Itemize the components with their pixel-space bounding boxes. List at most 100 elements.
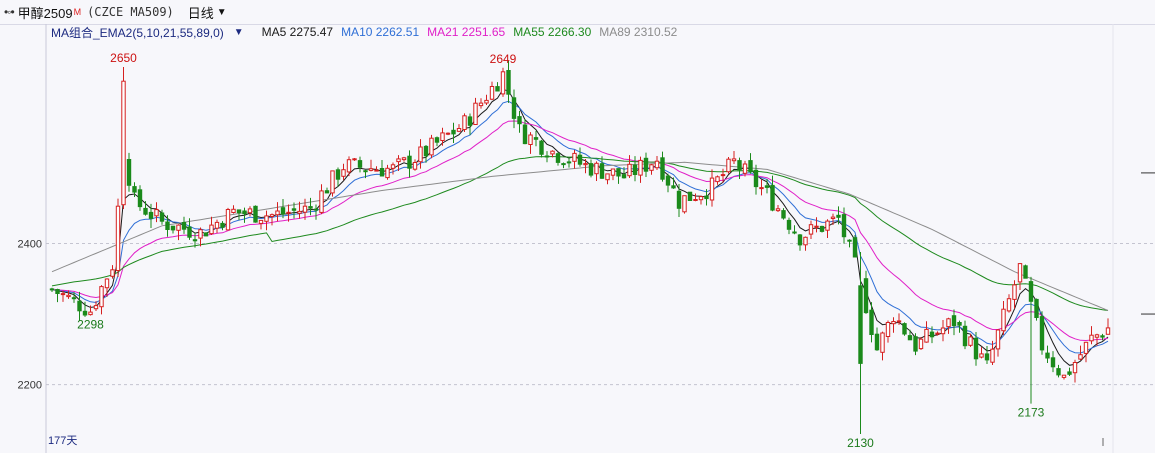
candle[interactable] bbox=[786, 217, 792, 235]
candle[interactable] bbox=[803, 236, 808, 251]
candle[interactable] bbox=[198, 227, 203, 247]
candle[interactable] bbox=[495, 82, 500, 92]
candle[interactable] bbox=[649, 163, 654, 175]
candle[interactable] bbox=[341, 163, 346, 181]
candle[interactable] bbox=[715, 175, 720, 185]
candle[interactable] bbox=[489, 81, 495, 101]
candle[interactable] bbox=[220, 221, 225, 231]
candle[interactable] bbox=[1017, 263, 1023, 291]
candle[interactable] bbox=[759, 179, 764, 196]
candle[interactable] bbox=[913, 333, 918, 356]
candle[interactable] bbox=[319, 184, 324, 215]
candle[interactable] bbox=[1072, 359, 1078, 383]
candle[interactable] bbox=[473, 97, 478, 126]
candle[interactable] bbox=[979, 347, 984, 359]
candle[interactable] bbox=[357, 156, 363, 173]
candle[interactable] bbox=[753, 164, 759, 195]
candle[interactable] bbox=[616, 168, 621, 184]
candle[interactable] bbox=[1056, 364, 1061, 378]
candle[interactable] bbox=[572, 149, 577, 169]
candle[interactable] bbox=[880, 331, 885, 361]
candle[interactable] bbox=[726, 156, 731, 174]
candle[interactable] bbox=[253, 205, 258, 223]
candle[interactable] bbox=[709, 169, 715, 207]
indicator-selector[interactable]: MA组合_EMA2(5,10,21,55,89,0) ▼ bbox=[51, 24, 252, 41]
candle[interactable] bbox=[264, 210, 269, 231]
candle[interactable] bbox=[99, 285, 104, 315]
candle[interactable] bbox=[742, 160, 748, 177]
candle[interactable] bbox=[374, 166, 379, 172]
candle[interactable] bbox=[605, 173, 610, 185]
candle[interactable] bbox=[610, 168, 616, 181]
candle[interactable] bbox=[819, 225, 825, 233]
candle[interactable] bbox=[1045, 345, 1050, 363]
candle[interactable] bbox=[924, 321, 929, 343]
candle[interactable] bbox=[165, 215, 170, 237]
candle[interactable] bbox=[330, 170, 335, 197]
candle[interactable] bbox=[236, 209, 242, 221]
candle[interactable] bbox=[407, 150, 412, 178]
candle[interactable] bbox=[561, 162, 566, 169]
candle[interactable] bbox=[814, 217, 819, 233]
candle[interactable] bbox=[682, 195, 687, 214]
candle[interactable] bbox=[946, 317, 951, 334]
candle[interactable] bbox=[748, 153, 753, 174]
candle[interactable] bbox=[313, 204, 319, 220]
candle[interactable] bbox=[852, 235, 858, 258]
candle[interactable] bbox=[962, 320, 968, 350]
candle[interactable] bbox=[55, 288, 60, 303]
candle[interactable] bbox=[478, 98, 484, 109]
candle[interactable] bbox=[863, 270, 869, 314]
candle[interactable] bbox=[467, 113, 473, 135]
candle[interactable] bbox=[440, 127, 445, 146]
candle[interactable] bbox=[225, 207, 231, 231]
candle[interactable] bbox=[665, 173, 671, 193]
candle[interactable] bbox=[1067, 367, 1072, 377]
candle[interactable] bbox=[500, 67, 506, 97]
candle[interactable] bbox=[918, 337, 924, 350]
candle[interactable] bbox=[1034, 298, 1039, 321]
candle[interactable] bbox=[484, 94, 489, 106]
candle[interactable] bbox=[401, 156, 407, 162]
candle[interactable] bbox=[324, 187, 330, 194]
candle[interactable] bbox=[660, 151, 665, 182]
candle[interactable] bbox=[308, 197, 313, 216]
candlestick-chart[interactable]: 2200 2400 2650 2649 2298 2130 2173 177天 bbox=[0, 0, 1155, 453]
candle[interactable] bbox=[258, 219, 264, 230]
candle[interactable] bbox=[907, 329, 913, 341]
candle[interactable] bbox=[506, 61, 511, 103]
candle[interactable] bbox=[797, 233, 803, 251]
candle[interactable] bbox=[1061, 374, 1067, 380]
candle[interactable] bbox=[231, 205, 236, 214]
candle[interactable] bbox=[385, 164, 390, 180]
candle[interactable] bbox=[687, 191, 693, 201]
candle[interactable] bbox=[154, 202, 159, 223]
candle[interactable] bbox=[434, 136, 440, 147]
candle[interactable] bbox=[176, 224, 181, 241]
candle[interactable] bbox=[456, 124, 462, 133]
candle[interactable] bbox=[1050, 351, 1056, 373]
candle[interactable] bbox=[203, 232, 209, 237]
candle[interactable] bbox=[544, 151, 550, 163]
candle[interactable] bbox=[1089, 326, 1094, 345]
candle[interactable] bbox=[858, 251, 863, 434]
candle[interactable] bbox=[643, 152, 649, 178]
candle[interactable] bbox=[462, 113, 467, 132]
candle[interactable] bbox=[1039, 311, 1045, 355]
candle[interactable] bbox=[126, 152, 132, 192]
candle[interactable] bbox=[528, 132, 533, 154]
candle[interactable] bbox=[214, 219, 220, 234]
candle[interactable] bbox=[115, 198, 121, 277]
candle[interactable] bbox=[588, 159, 594, 178]
candle[interactable] bbox=[247, 206, 253, 217]
candle[interactable] bbox=[885, 320, 891, 343]
candle[interactable] bbox=[533, 130, 539, 147]
candle[interactable] bbox=[335, 167, 341, 187]
candle[interactable] bbox=[286, 204, 291, 222]
candle[interactable] bbox=[995, 329, 1001, 357]
candle[interactable] bbox=[693, 193, 698, 202]
candle[interactable] bbox=[390, 162, 396, 175]
candle[interactable] bbox=[170, 225, 176, 234]
candle[interactable] bbox=[698, 195, 704, 205]
candle[interactable] bbox=[676, 183, 682, 217]
